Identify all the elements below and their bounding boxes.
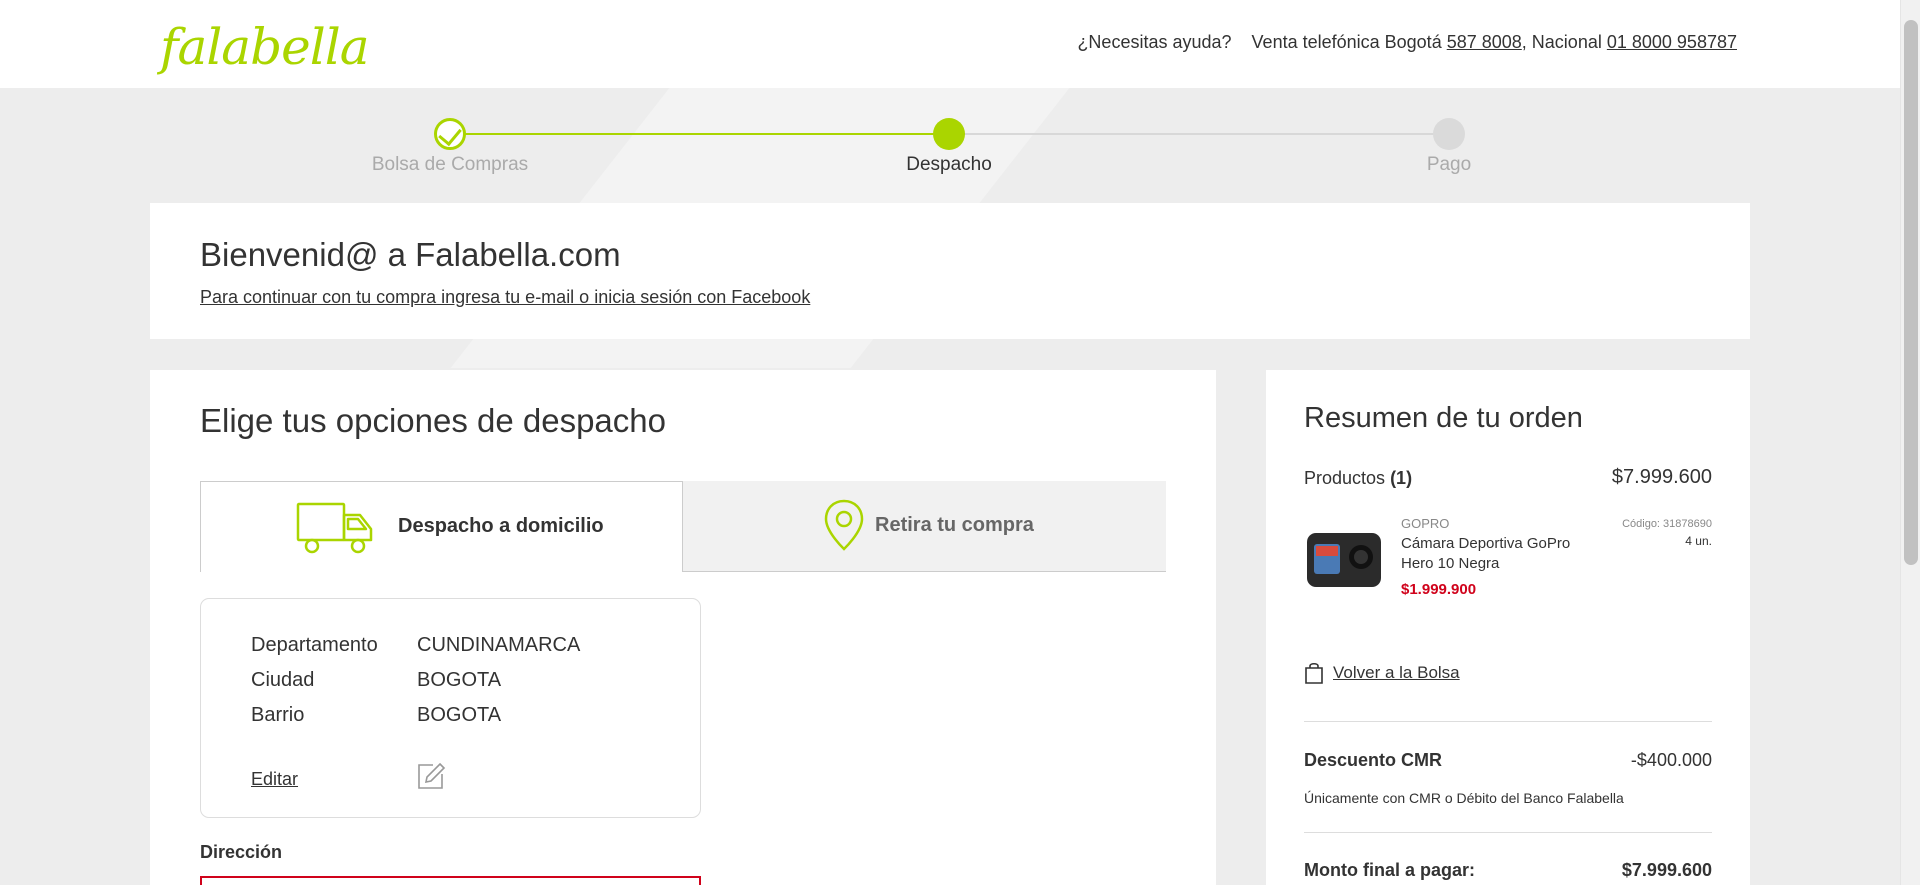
shopping-bag-icon	[1305, 662, 1323, 684]
summary-divider	[1304, 832, 1712, 833]
location-key: Departamento	[251, 634, 378, 656]
falabella-logo[interactable]: falabella	[160, 18, 370, 76]
products-count: (1)	[1390, 468, 1413, 488]
delivery-options-card: Elige tus opciones de despacho Despacho …	[150, 370, 1216, 885]
tab-home-delivery[interactable]: Despacho a domicilio	[200, 481, 683, 572]
products-label: Productos	[1304, 468, 1386, 488]
summary-title: Resumen de tu orden	[1304, 402, 1583, 434]
location-row-city: Ciudad BOGOTA	[251, 669, 501, 692]
product-price: $1.999.900	[1401, 581, 1477, 598]
product-name: Cámara Deportiva GoPro Hero 10 Negra	[1401, 535, 1571, 572]
top-header: falabella ¿Necesitas ayuda? Venta telefó…	[0, 0, 1900, 88]
login-link[interactable]: Para continuar con tu compra ingresa tu …	[200, 287, 810, 308]
final-label: Monto final a pagar:	[1304, 860, 1475, 880]
summary-divider	[1304, 721, 1712, 722]
address-label: Dirección	[200, 842, 283, 862]
step-label-bag[interactable]: Bolsa de Compras	[300, 154, 600, 176]
location-pin-icon	[824, 499, 864, 551]
step-active-icon	[933, 118, 965, 150]
phone-bogota-link[interactable]: 587 8008	[1447, 32, 1522, 52]
phone-prefix: Venta telefónica Bogotá	[1251, 32, 1442, 52]
step-label-shipping: Despacho	[906, 154, 992, 175]
welcome-title: Bienvenid@ a Falabella.com	[200, 236, 621, 273]
discount-row: Descuento CMR -$400.000	[1304, 750, 1712, 771]
location-row-department: Departamento CUNDINAMARCA	[251, 634, 580, 657]
stepper-remaining-line	[949, 133, 1449, 135]
location-box: Departamento CUNDINAMARCA Ciudad BOGOTA Ba…	[200, 598, 701, 818]
phone-national-link[interactable]: 01 8000 958787	[1607, 32, 1737, 52]
address-input[interactable]	[200, 876, 701, 885]
location-value: BOGOTA	[417, 669, 502, 691]
tab-store-pickup[interactable]: Retira tu compra	[683, 481, 1166, 572]
product-quantity: 4 un.	[1685, 534, 1712, 548]
location-value: BOGOTA	[417, 704, 502, 726]
edit-location-link[interactable]: Editar	[251, 769, 298, 790]
discount-note: Únicamente con CMR o Débito del Banco Fa…	[1304, 790, 1624, 806]
back-to-bag-link[interactable]: Volver a la Bolsa	[1333, 663, 1460, 683]
delivery-title: Elige tus opciones de despacho	[200, 402, 666, 439]
discount-label: Descuento CMR	[1304, 750, 1443, 770]
product-code: Código: 31878690	[1622, 518, 1712, 530]
tab-home-label: Despacho a domicilio	[398, 515, 604, 537]
products-total: $7.999.600	[1611, 466, 1712, 488]
discount-value: -$400.000	[1630, 750, 1712, 770]
location-key: Ciudad	[251, 669, 315, 691]
step-label-payment: Pago	[1426, 154, 1472, 175]
final-value: $7.999.600	[1621, 860, 1712, 880]
scrollbar-thumb[interactable]	[1904, 20, 1918, 565]
check-icon	[438, 121, 462, 147]
page-scrollbar[interactable]	[1900, 0, 1920, 885]
truck-icon	[296, 502, 373, 554]
order-summary-card: Resumen de tu orden Productos (1) $7.999…	[1266, 370, 1750, 885]
location-row-neighborhood: Barrio BOGOTA	[251, 704, 501, 727]
tab-pickup-label: Retira tu compra	[875, 514, 1034, 536]
step-done-icon	[434, 118, 466, 150]
product-image	[1307, 533, 1381, 587]
edit-pencil-icon[interactable]	[416, 761, 446, 791]
step-pending-icon	[1433, 118, 1465, 150]
welcome-card: Bienvenid@ a Falabella.com Para continua…	[150, 203, 1750, 339]
products-row: Productos (1) $7.999.600	[1304, 466, 1712, 489]
help-contact: ¿Necesitas ayuda? Venta telefónica Bogot…	[1077, 32, 1737, 53]
stepper-progress-line	[450, 133, 949, 135]
help-text: ¿Necesitas ayuda?	[1077, 32, 1232, 52]
location-value: CUNDINAMARCA	[417, 634, 581, 656]
product-brand: GOPRO	[1401, 516, 1450, 531]
national-prefix: , Nacional	[1521, 32, 1602, 52]
location-key: Barrio	[251, 704, 305, 726]
final-amount-row: Monto final a pagar: $7.999.600	[1304, 860, 1712, 881]
